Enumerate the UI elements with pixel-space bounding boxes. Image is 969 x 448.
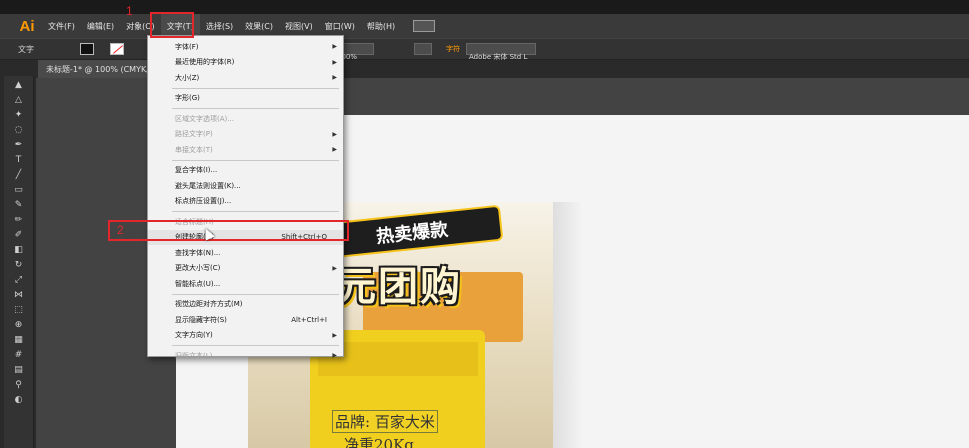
type-menu-item[interactable]: 字形(G)	[148, 91, 343, 107]
fill-swatch[interactable]	[80, 43, 94, 55]
magic-wand-tool-icon[interactable]: ✦	[11, 109, 27, 121]
menu-edit[interactable]: 编辑(E)	[81, 14, 120, 38]
type-menu-item-label: 字形(G)	[175, 94, 200, 103]
width-tool-icon[interactable]: ⋈	[11, 289, 27, 301]
type-menu-item: 串接文本(T) ▶	[148, 142, 343, 158]
app-logo: Ai	[19, 17, 35, 35]
annotation-box-create-outlines	[108, 220, 349, 241]
tools-panel: ▲ △ ✦ ◌ ✒ T ╱ ▭ ✎ ✏ ✐ ◧ ↻ ⤢ ⋈ ⬚ ⊕ ▦ # ▤ …	[4, 76, 34, 448]
style-icon[interactable]	[414, 43, 432, 55]
mesh-tool-icon[interactable]: #	[11, 349, 27, 361]
blob-brush-tool-icon[interactable]: ✐	[11, 229, 27, 241]
type-menu-item-label: 智能标点(U)...	[175, 279, 221, 288]
type-menu-item[interactable]: 更改大小写(C) ▶	[148, 261, 343, 277]
free-transform-tool-icon[interactable]: ⬚	[11, 304, 27, 316]
type-menu-item: 区域文字选项(A)...	[148, 111, 343, 127]
character-link[interactable]: 字符	[446, 44, 460, 54]
type-menu-item[interactable]: 标点挤压设置(J)...	[148, 194, 343, 210]
type-menu-item-label: 避头尾法则设置(K)...	[175, 181, 241, 190]
type-menu-item-label: 查找字体(N)...	[175, 248, 221, 257]
submenu-arrow-icon: ▶	[332, 146, 337, 154]
eyedropper-tool-icon[interactable]: ⚲	[11, 379, 27, 391]
type-menu-item-label: 路径文字(P)	[175, 130, 213, 139]
brand-text[interactable]: 品牌: 百家大米	[332, 410, 438, 433]
workspace-switcher	[413, 20, 436, 32]
annotation-box-type-menu	[150, 12, 194, 38]
pencil-tool-icon[interactable]: ✏	[11, 214, 27, 226]
type-menu-item-label: 串接文本(T)	[175, 145, 213, 154]
menu-separator	[172, 345, 339, 346]
type-menu-item[interactable]: 避头尾法则设置(K)...	[148, 178, 343, 194]
line-tool-icon[interactable]: ╱	[11, 169, 27, 181]
font-family-field[interactable]: Adobe 宋体 Std L	[466, 43, 536, 61]
net-weight-text[interactable]: 净重20Kg	[344, 434, 414, 448]
type-menu-item[interactable]: 视觉边距对齐方式(M)	[148, 297, 343, 313]
arrange-documents-icon[interactable]	[413, 20, 436, 32]
type-menu-item-label: 区域文字选项(A)...	[175, 114, 234, 123]
type-menu-item: 路径文字(P) ▶	[148, 127, 343, 143]
submenu-arrow-icon: ▶	[332, 58, 337, 66]
annotation-step-1: 1	[126, 4, 133, 18]
type-menu-item[interactable]: 查找字体(N)...	[148, 245, 343, 261]
paintbrush-tool-icon[interactable]: ✎	[11, 199, 27, 211]
stroke-swatch[interactable]	[110, 43, 124, 55]
type-menu-item-label: 显示隐藏字符(S)	[175, 315, 227, 324]
rectangle-tool-icon[interactable]: ▭	[11, 184, 27, 196]
font-family-value: Adobe 宋体 Std L	[469, 53, 528, 61]
menu-file[interactable]: 文件(F)	[42, 14, 81, 38]
submenu-arrow-icon: ▶	[332, 352, 337, 360]
type-menu-item-label: 更改大小写(C)	[175, 264, 221, 273]
menu-separator	[172, 211, 339, 212]
menu-separator	[172, 293, 339, 295]
submenu-arrow-icon: ▶	[332, 130, 337, 138]
submenu-arrow-icon: ▶	[332, 331, 337, 339]
document-tab[interactable]: 未标题-1* @ 100% (CMYK/...	[38, 60, 165, 78]
type-menu-item-label: 视觉边距对齐方式(M)	[175, 300, 243, 309]
type-menu-item-label: 字体(F)	[175, 42, 199, 51]
type-menu-item[interactable]: 显示隐藏字符(S) Alt+Ctrl+I	[148, 312, 343, 328]
illustrator-window: Ai 文件(F) 编辑(E) 对象(O) 文字(T) 选择(S) 效果(C) 视…	[0, 0, 969, 448]
type-menu-item-label: 标点挤压设置(J)...	[175, 197, 232, 206]
type-menu-item[interactable]: 文字方向(Y) ▶	[148, 328, 343, 344]
type-tool-icon[interactable]: T	[11, 154, 27, 166]
direct-selection-tool-icon[interactable]: △	[11, 94, 27, 106]
submenu-arrow-icon: ▶	[332, 43, 337, 51]
type-menu-item-label: 大小(Z)	[175, 73, 200, 82]
type-menu-item[interactable]: 字体(F) ▶	[148, 39, 343, 55]
type-menu-item[interactable]: 最近使用的字体(R) ▶	[148, 55, 343, 71]
type-menu-item[interactable]: 智能标点(U)...	[148, 276, 343, 292]
selection-tool-icon[interactable]: ▲	[11, 79, 27, 91]
type-menu-item: 旧版文本(L) ▶	[148, 348, 343, 364]
type-menu-item-label: 旧版文本(L)	[175, 351, 213, 360]
perspective-grid-tool-icon[interactable]: ▦	[11, 334, 27, 346]
submenu-arrow-icon: ▶	[332, 74, 337, 82]
menu-shortcut: Alt+Ctrl+I	[291, 315, 327, 324]
menu-separator	[172, 87, 339, 89]
menu-separator	[172, 159, 339, 161]
control-bar: 文字 100% 字符 Adobe 宋体 Std L	[0, 38, 969, 61]
eraser-tool-icon[interactable]: ◧	[11, 244, 27, 256]
blend-tool-icon[interactable]: ◐	[11, 394, 27, 406]
type-menu-dropdown: 字体(F) ▶ 最近使用的字体(R) ▶ 大小(Z) ▶ 字形(G) 区域文字选项(A)...…	[147, 35, 344, 360]
screen-bezel	[0, 0, 969, 14]
type-menu-item-label: 最近使用的字体(R)	[175, 58, 235, 67]
submenu-arrow-icon: ▶	[332, 264, 337, 272]
pen-tool-icon[interactable]: ✒	[11, 139, 27, 151]
shape-builder-tool-icon[interactable]: ⊕	[11, 319, 27, 331]
menu-bar: Ai 文件(F) 编辑(E) 对象(O) 文字(T) 选择(S) 效果(C) 视…	[0, 14, 969, 38]
type-menu-item[interactable]: 复合字体(I)...	[148, 163, 343, 179]
control-bar-label: 文字	[18, 44, 34, 54]
type-menu-item-label: 文字方向(Y)	[175, 331, 213, 340]
lasso-tool-icon[interactable]: ◌	[11, 124, 27, 136]
menu-help[interactable]: 帮助(H)	[361, 14, 401, 38]
annotation-step-2: 2	[117, 223, 124, 237]
artboard-shadow	[553, 202, 583, 448]
group-buy-title: 元团购	[336, 264, 462, 310]
type-menu-item-label: 复合字体(I)...	[175, 166, 218, 175]
gradient-tool-icon[interactable]: ▤	[11, 364, 27, 376]
menu-separator	[172, 108, 339, 109]
rotate-tool-icon[interactable]: ↻	[11, 259, 27, 271]
type-menu-item[interactable]: 大小(Z) ▶	[148, 70, 343, 86]
scale-tool-icon[interactable]: ⤢	[11, 274, 27, 286]
